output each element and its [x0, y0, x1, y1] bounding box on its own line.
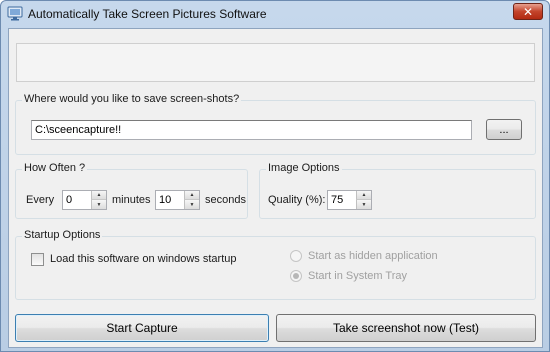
window-title: Automatically Take Screen Pictures Softw… [28, 7, 267, 21]
quality-down-arrow-icon[interactable]: ▼ [356, 200, 371, 209]
minutes-label: minutes [112, 194, 151, 206]
close-button[interactable]: ✕ [513, 3, 543, 20]
save-path-input[interactable] [31, 120, 472, 140]
load-on-startup-checkbox[interactable] [31, 253, 44, 266]
seconds-label: seconds [205, 194, 246, 206]
seconds-down-arrow-icon[interactable]: ▼ [184, 200, 199, 209]
quality-input[interactable] [328, 191, 355, 209]
how-often-legend: How Often ? [22, 162, 88, 174]
save-location-legend: Where would you like to save screen-shot… [22, 93, 242, 105]
startup-options-legend: Startup Options [22, 229, 103, 241]
minutes-spinner[interactable]: ▲ ▼ [62, 190, 107, 210]
banner-panel [16, 43, 535, 82]
title-bar[interactable]: Automatically Take Screen Pictures Softw… [1, 1, 549, 27]
seconds-spinner[interactable]: ▲ ▼ [155, 190, 200, 210]
close-icon: ✕ [522, 4, 534, 19]
image-options-group: Image Options Quality (%): ▲ ▼ [259, 162, 536, 219]
client-area: Where would you like to save screen-shot… [8, 28, 543, 348]
start-capture-label: Start Capture [106, 321, 178, 335]
minutes-up-arrow-icon[interactable]: ▲ [91, 191, 106, 200]
quality-spinner[interactable]: ▲ ▼ [327, 190, 372, 210]
startup-options-group: Startup Options Load this software on wi… [15, 229, 536, 300]
browse-button-label: ... [499, 123, 509, 136]
minutes-input[interactable] [63, 191, 90, 209]
test-screenshot-label: Take screenshot now (Test) [332, 321, 480, 335]
start-capture-button[interactable]: Start Capture [15, 314, 269, 342]
quality-label: Quality (%): [268, 194, 326, 206]
app-icon [7, 6, 23, 21]
minutes-down-arrow-icon[interactable]: ▼ [91, 200, 106, 209]
save-location-group: Where would you like to save screen-shot… [15, 93, 536, 155]
how-often-group: How Often ? Every ▲ ▼ minutes ▲ ▼ second… [15, 162, 248, 219]
hidden-app-radio[interactable] [290, 250, 302, 262]
every-label: Every [26, 194, 55, 206]
test-screenshot-button[interactable]: Take screenshot now (Test) [276, 314, 536, 342]
system-tray-label[interactable]: Start in System Tray [308, 270, 407, 282]
load-on-startup-label[interactable]: Load this software on windows startup [50, 253, 237, 265]
seconds-up-arrow-icon[interactable]: ▲ [184, 191, 199, 200]
quality-up-arrow-icon[interactable]: ▲ [356, 191, 371, 200]
system-tray-radio[interactable] [290, 270, 302, 282]
app-window: Automatically Take Screen Pictures Softw… [0, 0, 550, 352]
seconds-input[interactable] [156, 191, 183, 209]
hidden-app-label[interactable]: Start as hidden application [308, 250, 438, 262]
image-options-legend: Image Options [266, 162, 342, 174]
browse-button[interactable]: ... [486, 119, 522, 140]
